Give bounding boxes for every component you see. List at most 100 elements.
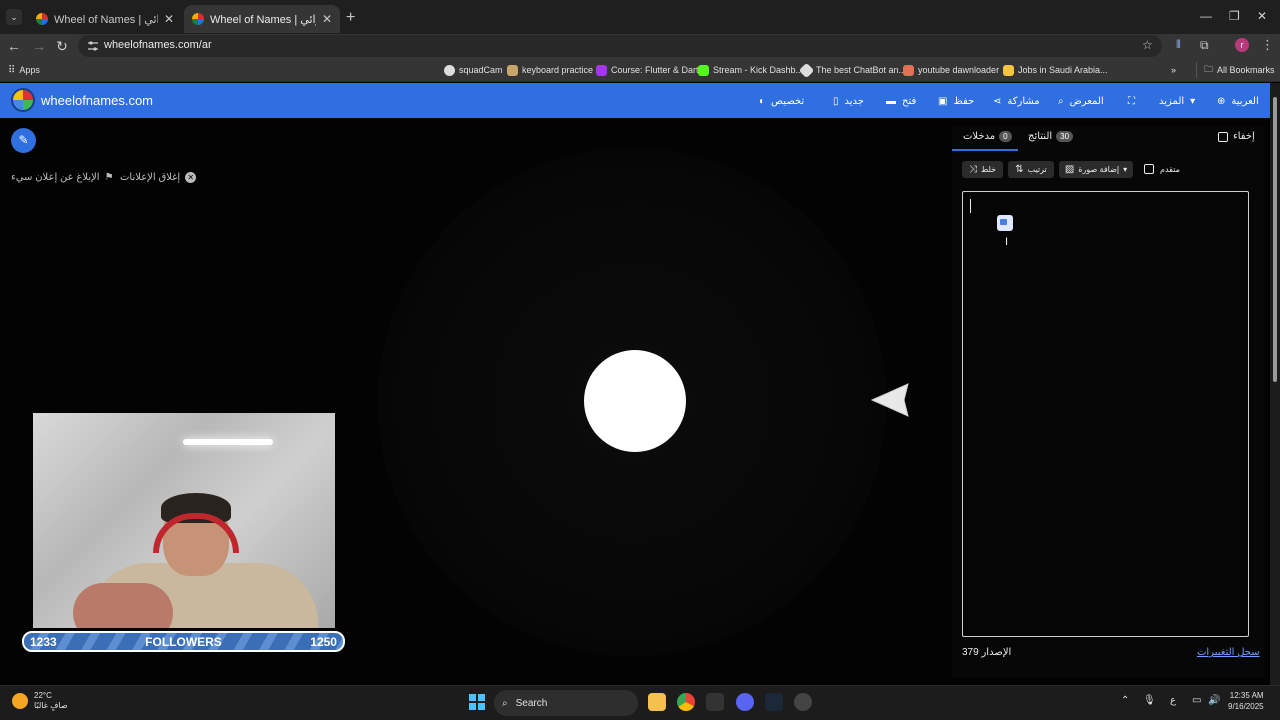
save-menu[interactable]: ▣ حفظ bbox=[938, 93, 974, 109]
shuffle-button[interactable]: ⤨ خلط bbox=[962, 161, 1003, 178]
tab-title: Wheel of Names | عجلة الاسم العشوائي bbox=[210, 13, 316, 26]
bookmarks-bar: ⠿ Apps squadCam keyboard practice Course:… bbox=[0, 58, 1280, 133]
entries-count-badge: 0 bbox=[999, 131, 1012, 142]
chrome-icon[interactable] bbox=[677, 693, 695, 711]
language-menu[interactable]: ⊕ العربية bbox=[1217, 93, 1259, 109]
ceiling-light bbox=[183, 439, 273, 445]
bookmark-star-icon[interactable]: ☆ bbox=[1142, 38, 1153, 52]
tab-search-button[interactable]: ⌄ bbox=[6, 9, 22, 25]
media-control-icon[interactable]: ⦀ bbox=[1176, 39, 1181, 52]
address-bar[interactable]: wheelofnames.com/ar ☆ bbox=[78, 35, 1162, 57]
tab-results[interactable]: النتائج 30 bbox=[1028, 131, 1077, 142]
bookmark-course[interactable]: Course: Flutter & Dart bbox=[596, 63, 699, 77]
weather-widget[interactable]: 22°C صافٍ غالبًا bbox=[12, 691, 68, 711]
wheel-logo-icon[interactable] bbox=[11, 88, 35, 112]
kebab-menu-icon[interactable]: ⋮ bbox=[1261, 37, 1274, 53]
forward-arrow-icon[interactable]: → bbox=[30, 37, 48, 55]
windows-start-icon[interactable] bbox=[469, 694, 485, 710]
scrollbar-thumb[interactable] bbox=[1273, 97, 1277, 382]
obs-icon[interactable] bbox=[706, 693, 724, 711]
close-ads-link[interactable]: إغلاق الإعلانات ✕ bbox=[120, 172, 197, 183]
network-icon[interactable]: ▭ bbox=[1192, 695, 1201, 706]
tray-chevron-up-icon[interactable]: ⌃ bbox=[1121, 695, 1129, 706]
discord-icon[interactable] bbox=[736, 693, 754, 711]
streamer-arm bbox=[73, 583, 173, 628]
webcam-feed bbox=[33, 413, 335, 628]
steam-icon[interactable] bbox=[765, 693, 783, 711]
volume-icon[interactable]: 🔊 bbox=[1208, 695, 1220, 706]
text-caret bbox=[970, 199, 971, 213]
customize-menu[interactable]: ◐ تخصيص bbox=[759, 93, 804, 109]
close-tab-icon[interactable]: ✕ bbox=[164, 12, 174, 26]
share-menu[interactable]: ⋖ مشاركة bbox=[993, 93, 1040, 109]
fullscreen-icon: ⛶ bbox=[1128, 95, 1135, 107]
bookmark-chatbot[interactable]: The best ChatBot an... bbox=[798, 62, 906, 78]
changelog-link[interactable]: سجل التغييرات bbox=[1197, 647, 1260, 658]
image-icon: ▨ bbox=[1064, 164, 1075, 175]
extensions-icon[interactable]: ⧉ bbox=[1200, 38, 1209, 53]
entries-panel: مدخلات 0 النتائج 30 إخفاء ⤨ خلط ⇅ ترتيب ▨ إ… bbox=[952, 126, 1264, 677]
microphone-icon[interactable]: 🎙 bbox=[1143, 695, 1156, 706]
entries-textarea[interactable]: I bbox=[962, 191, 1249, 637]
more-menu[interactable]: المزيد ▾ bbox=[1159, 93, 1195, 109]
wheel-favicon-icon bbox=[192, 13, 204, 25]
folder-open-icon: ▬ bbox=[886, 95, 896, 107]
bookmark-keyboard-practice[interactable]: keyboard practice bbox=[507, 63, 593, 77]
advanced-checkbox[interactable] bbox=[1144, 164, 1154, 174]
taskbar-search[interactable]: ⌕ Search bbox=[494, 690, 638, 716]
followers-label: FOLLOWERS bbox=[145, 634, 222, 649]
more-bookmarks-chevron-icon[interactable]: » bbox=[1171, 63, 1176, 77]
weather-condition: صافٍ غالبًا bbox=[34, 701, 68, 710]
site-title[interactable]: wheelofnames.com bbox=[41, 93, 153, 108]
windows-taskbar: 22°C صافٍ غالبًا ⌕ Search ⌃ 🎙 ع ▭ 🔊 12:3… bbox=[0, 685, 1280, 720]
site-info-icon[interactable] bbox=[88, 40, 98, 52]
hide-checkbox[interactable] bbox=[1218, 131, 1228, 142]
bookmark-apps[interactable]: ⠿ Apps bbox=[8, 63, 40, 77]
caret-down-icon: ▾ bbox=[1123, 165, 1128, 174]
caret-down-icon: ▾ bbox=[1190, 95, 1196, 107]
minimize-window-icon[interactable]: — bbox=[1200, 9, 1212, 23]
translate-icon[interactable] bbox=[997, 215, 1013, 231]
profile-avatar[interactable]: r bbox=[1235, 38, 1249, 52]
page-scrollbar[interactable] bbox=[1270, 83, 1280, 685]
taskbar-clock[interactable]: 12:35 AM 9/16/2025 bbox=[1228, 690, 1264, 712]
input-language[interactable]: ع bbox=[1170, 695, 1176, 706]
followers-current: 1233 bbox=[30, 634, 57, 649]
site-header: wheelofnames.com ◐ تخصيص ▯ جديد ▬ فتح ▣ حفظ … bbox=[0, 83, 1270, 118]
app-icon[interactable] bbox=[794, 693, 812, 711]
bookmark-youtube-downloader[interactable]: youtube dawnloader bbox=[903, 63, 999, 77]
apps-grid-icon: ⠿ bbox=[8, 64, 16, 76]
back-arrow-icon[interactable]: ← bbox=[5, 37, 23, 55]
wheel-center-hub[interactable] bbox=[584, 350, 686, 452]
results-count-badge: 30 bbox=[1056, 131, 1074, 142]
main-area: ✎ الإبلاغ عن إعلان سيء ⚑ إغلاق الإعلانات… bbox=[0, 118, 1270, 685]
reload-icon[interactable]: ↻ bbox=[53, 37, 71, 55]
restore-window-icon[interactable]: ❐ bbox=[1229, 9, 1240, 23]
gallery-menu[interactable]: ⌕ المعرض bbox=[1058, 93, 1104, 109]
globe-icon: ⊕ bbox=[1217, 95, 1226, 107]
bookmark-jobs[interactable]: Jobs in Saudi Arabia... bbox=[1003, 63, 1108, 77]
close-circle-icon: ✕ bbox=[185, 172, 197, 183]
open-menu[interactable]: ▬ فتح bbox=[886, 93, 916, 109]
report-bad-ad-link[interactable]: الإبلاغ عن إعلان سيء ⚑ bbox=[11, 172, 114, 183]
browser-tab[interactable]: Wheel of Names | عجلة الاسم العشوائي ✕ bbox=[28, 5, 182, 33]
bookmark-kick[interactable]: Stream - Kick Dashb... bbox=[698, 63, 803, 77]
all-bookmarks[interactable]: 🗀 All Bookmarks bbox=[1204, 63, 1275, 77]
file-explorer-icon[interactable] bbox=[648, 693, 666, 711]
close-tab-icon[interactable]: ✕ bbox=[322, 12, 332, 26]
edit-pencil-button[interactable]: ✎ bbox=[11, 128, 36, 153]
add-image-button[interactable]: ▨ إضافة صورة ▾ bbox=[1059, 161, 1133, 178]
close-window-icon[interactable]: ✕ bbox=[1257, 9, 1267, 23]
new-menu[interactable]: ▯ جديد bbox=[833, 93, 864, 109]
palette-icon: ◐ bbox=[759, 95, 766, 107]
active-tab-indicator bbox=[952, 149, 1018, 151]
sort-button[interactable]: ⇅ ترتيب bbox=[1008, 161, 1054, 178]
new-tab-button[interactable]: + bbox=[346, 9, 355, 27]
fullscreen-button[interactable]: ⛶ bbox=[1128, 93, 1135, 109]
tab-entries[interactable]: مدخلات 0 bbox=[963, 131, 1016, 142]
browser-tab-active[interactable]: Wheel of Names | عجلة الاسم العشوائي ✕ bbox=[184, 5, 340, 33]
advanced-toggle[interactable]: متقدم bbox=[1144, 164, 1180, 174]
hide-toggle[interactable]: إخفاء bbox=[1218, 131, 1255, 142]
bookmark-squadcam[interactable]: squadCam bbox=[444, 63, 503, 77]
save-icon: ▣ bbox=[938, 95, 948, 107]
